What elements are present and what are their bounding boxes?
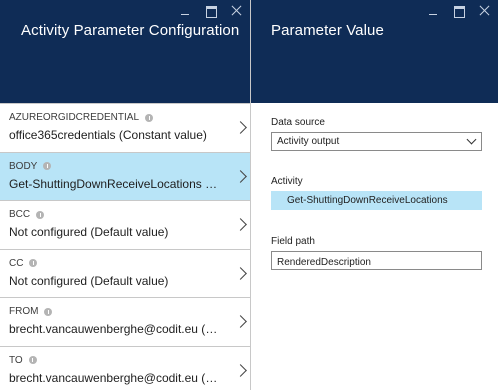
blade-header: Activity Parameter Configuration: [0, 0, 250, 103]
parameter-name-text: TO: [9, 354, 23, 366]
parameter-name: BCC: [9, 209, 220, 220]
activity-value: Get-ShuttingDownReceiveLocations: [287, 195, 448, 206]
parameter-value: office365credentials (Constant value): [9, 128, 207, 142]
parameter-row-azureorgidcredential[interactable]: AZUREORGIDCREDENTIAL office365credential…: [0, 104, 250, 153]
data-source-label: Data source: [271, 117, 325, 128]
parameter-row-bcc[interactable]: BCC Not configured (Default value): [0, 201, 250, 250]
chevron-right-icon: [236, 267, 246, 281]
parameter-value: brecht.vancauwenberghe@codit.eu (Con...: [9, 370, 220, 385]
blade-window-controls: [166, 3, 244, 19]
parameter-value-blade: Parameter Value Data source Activity out…: [251, 0, 498, 390]
chevron-right-icon: [236, 364, 246, 378]
info-icon[interactable]: [29, 259, 38, 267]
close-icon[interactable]: [478, 4, 492, 18]
blade-title: Parameter Value: [271, 22, 384, 39]
parameter-name: TO: [9, 355, 220, 366]
parameter-value: Get-ShuttingDownReceiveLocations (Acti..…: [9, 176, 220, 191]
chevron-right-icon: [236, 315, 246, 329]
parameter-name: CC: [9, 258, 220, 269]
blade-title: Activity Parameter Configuration: [21, 22, 240, 39]
chevron-right-icon: [236, 121, 246, 135]
parameter-value-form: Data source Activity output Activity Get…: [251, 103, 498, 390]
blade-header: Parameter Value: [251, 0, 498, 103]
activity-selector[interactable]: Get-ShuttingDownReceiveLocations: [271, 191, 482, 210]
activity-parameter-configuration-blade: Activity Parameter Configuration AZUREOR…: [0, 0, 251, 390]
close-icon[interactable]: [230, 4, 244, 18]
minimize-icon[interactable]: [178, 4, 192, 18]
parameter-name-text: AZUREORGIDCREDENTIAL: [9, 112, 140, 123]
parameter-row-body[interactable]: BODY Get-ShuttingDownReceiveLocations (A…: [0, 152, 250, 201]
parameter-name: BODY: [9, 161, 220, 172]
parameter-row-to[interactable]: TO brecht.vancauwenberghe@codit.eu (Con.…: [0, 346, 250, 390]
info-icon[interactable]: [28, 356, 37, 364]
chevron-down-icon: [466, 134, 477, 145]
blade-window-controls: [414, 3, 492, 19]
data-source-select[interactable]: Activity output: [271, 132, 482, 151]
minimize-icon[interactable]: [426, 4, 440, 18]
field-path-label: Field path: [271, 236, 315, 247]
parameter-list: AZUREORGIDCREDENTIAL office365credential…: [0, 103, 250, 390]
chevron-right-icon: [236, 170, 246, 184]
info-icon[interactable]: [145, 113, 154, 122]
maximize-icon[interactable]: [204, 4, 218, 18]
info-icon[interactable]: [36, 210, 45, 219]
info-icon[interactable]: [43, 162, 52, 170]
parameter-row-cc[interactable]: CC Not configured (Default value): [0, 249, 250, 298]
chevron-right-icon: [236, 218, 246, 232]
parameter-value: Not configured (Default value): [9, 273, 169, 288]
parameter-name-text: CC: [9, 257, 24, 269]
field-path-input[interactable]: [271, 251, 482, 270]
parameter-row-from[interactable]: FROM brecht.vancauwenberghe@codit.eu (Co…: [0, 298, 250, 347]
maximize-icon[interactable]: [452, 4, 466, 18]
parameter-name-text: BODY: [9, 160, 38, 172]
info-icon[interactable]: [44, 307, 53, 316]
activity-label: Activity: [271, 176, 303, 187]
parameter-name-text: FROM: [9, 306, 39, 317]
parameter-value: brecht.vancauwenberghe@codit.eu (Con...: [9, 322, 220, 336]
parameter-value: Not configured (Default value): [9, 225, 169, 239]
parameter-name-text: BCC: [9, 209, 31, 220]
parameter-name: FROM: [9, 306, 220, 317]
data-source-selected-value: Activity output: [277, 136, 340, 147]
parameter-name: AZUREORGIDCREDENTIAL: [9, 112, 220, 123]
